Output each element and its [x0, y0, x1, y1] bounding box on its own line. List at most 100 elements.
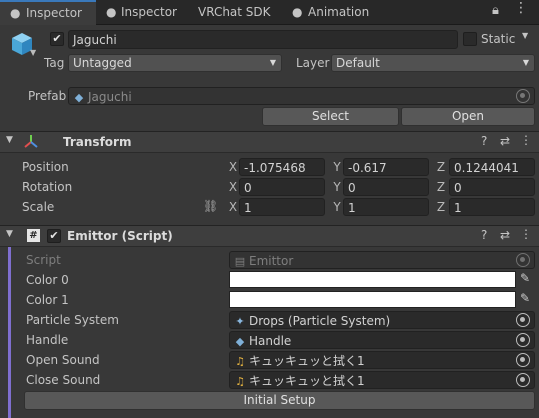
chevron-down-icon[interactable]: ▼ [522, 31, 528, 40]
script-icon: # [27, 229, 40, 242]
script-field: ▤ Emittor [229, 251, 535, 269]
transform-x-field[interactable]: -1.075468 [239, 158, 325, 176]
more-menu-icon[interactable]: ⋮ [520, 227, 532, 241]
transform-z-field[interactable]: 0 [449, 178, 535, 196]
chevron-down-icon[interactable]: ▼ [6, 135, 13, 145]
open-sound-value: キュッキュッと拭く1 [249, 354, 365, 368]
script-file-icon: ▤ [234, 255, 246, 268]
open-sound-field[interactable]: ♫ キュッキュッと拭く1 [229, 351, 535, 369]
lock-icon[interactable]: 🔒︎ [492, 3, 499, 18]
particle-system-label: Particle System [26, 313, 119, 327]
layer-value: Default [336, 56, 380, 70]
close-sound-field[interactable]: ♫ キュッキュッと拭く1 [229, 371, 535, 389]
tag-value: Untagged [73, 56, 132, 70]
handle-field[interactable]: ◆ Handle [229, 331, 535, 349]
object-picker-icon[interactable] [516, 333, 530, 347]
layer-label: Layer [296, 56, 330, 70]
audio-clip-icon: ♫ [235, 375, 245, 388]
chevron-down-icon: ▼ [522, 58, 529, 67]
axis-x-label[interactable]: X [227, 180, 239, 194]
transform-y-field[interactable]: 0 [343, 178, 429, 196]
particle-system-value: Drops (Particle System) [249, 314, 391, 328]
help-icon[interactable]: ? [481, 228, 487, 242]
axis-y-label[interactable]: Y [331, 180, 343, 194]
animation-icon: ● [292, 5, 303, 19]
particle-system-icon: ✦ [235, 315, 245, 328]
axis-x-label[interactable]: X [227, 160, 239, 174]
chevron-down-icon: ▼ [269, 58, 276, 67]
constrain-proportions-icon[interactable]: ⛓ [203, 199, 218, 213]
tab-label: Inspector [26, 6, 82, 20]
transform-y-field[interactable]: 1 [343, 198, 429, 216]
tab-label: Animation [308, 5, 370, 19]
color0-swatch[interactable] [229, 271, 516, 288]
axis-z-label[interactable]: Z [435, 180, 447, 194]
script-value: Emittor [249, 254, 294, 268]
static-label: Static [481, 32, 516, 46]
prefab-field: ◆ Jaguchi [68, 87, 535, 105]
layer-dropdown[interactable]: Default ▼ [331, 54, 535, 72]
emitter-header[interactable]: ▼ # ✔ Emittor (Script) ? ⇄ ⋮ [0, 225, 539, 247]
transform-x-field[interactable]: 1 [239, 198, 325, 216]
object-picker-icon[interactable] [516, 353, 530, 367]
tab-animation[interactable]: ● Animation [290, 0, 380, 24]
tab-inspector-2[interactable]: ● Inspector [102, 0, 192, 24]
axis-y-label[interactable]: Y [331, 160, 343, 174]
transform-row-label: Position [22, 160, 69, 174]
tab-inspector-1[interactable]: ● Inspector [0, 0, 96, 25]
transform-header[interactable]: ▼ Transform ? ⇄ ⋮ [0, 131, 539, 153]
axis-z-label[interactable]: Z [435, 200, 447, 214]
eyedropper-icon[interactable]: ✎ [520, 271, 530, 285]
transform-z-field[interactable]: 0.1244041 [449, 158, 535, 176]
audio-clip-icon: ♫ [235, 355, 245, 368]
axis-x-label[interactable]: X [227, 200, 239, 214]
prefab-value: Jaguchi [88, 90, 132, 104]
color0-label: Color 0 [26, 273, 69, 287]
close-sound-label: Close Sound [26, 373, 101, 387]
tab-label: Inspector [121, 5, 177, 19]
info-icon: ● [10, 6, 21, 20]
color1-label: Color 1 [26, 293, 69, 307]
eyedropper-icon[interactable]: ✎ [520, 291, 530, 305]
chevron-down-icon[interactable]: ▼ [6, 229, 13, 239]
help-icon[interactable]: ? [481, 134, 487, 148]
axis-z-label[interactable]: Z [435, 160, 447, 174]
transform-y-field[interactable]: -0.617 [343, 158, 429, 176]
open-button[interactable]: Open [401, 107, 535, 126]
static-checkbox[interactable] [463, 32, 477, 46]
object-picker-icon[interactable] [516, 313, 530, 327]
info-icon: ● [106, 5, 117, 19]
prefab-label: Prefab [28, 89, 67, 103]
tag-dropdown[interactable]: Untagged ▼ [68, 54, 282, 72]
transform-z-field[interactable]: 1 [449, 198, 535, 216]
handle-value: Handle [249, 334, 292, 348]
script-indicator-bar [8, 247, 11, 418]
enabled-checkbox[interactable]: ✔ [47, 229, 61, 243]
chevron-down-icon[interactable]: ▼ [30, 48, 36, 57]
tab-vrchat-sdk[interactable]: VRChat SDK [198, 0, 280, 24]
more-menu-icon[interactable]: ⋮ [520, 133, 532, 147]
more-menu-icon[interactable]: ⋮ [514, 0, 528, 16]
emitter-title: Emittor (Script) [67, 229, 173, 243]
preset-icon[interactable]: ⇄ [500, 228, 510, 242]
object-picker-icon[interactable] [516, 373, 530, 387]
object-picker-icon [516, 89, 530, 103]
object-picker-icon [516, 253, 530, 267]
open-sound-label: Open Sound [26, 353, 100, 367]
select-button[interactable]: Select [262, 107, 399, 126]
transform-row-label: Scale [22, 200, 55, 214]
object-name-field[interactable]: Jaguchi [68, 30, 458, 49]
transform-x-field[interactable]: 0 [239, 178, 325, 196]
script-label: Script [26, 253, 61, 267]
particle-system-field[interactable]: ✦ Drops (Particle System) [229, 311, 535, 329]
color1-swatch[interactable] [229, 291, 516, 308]
axis-y-label[interactable]: Y [331, 200, 343, 214]
transform-icon [22, 133, 40, 154]
initial-setup-button[interactable]: Initial Setup [24, 391, 535, 410]
handle-label: Handle [26, 333, 69, 347]
tab-label: VRChat SDK [198, 5, 271, 19]
prefab-icon: ◆ [74, 91, 84, 104]
transform-row-label: Rotation [22, 180, 73, 194]
preset-icon[interactable]: ⇄ [500, 134, 510, 148]
active-checkbox[interactable]: ✔ [50, 32, 64, 46]
